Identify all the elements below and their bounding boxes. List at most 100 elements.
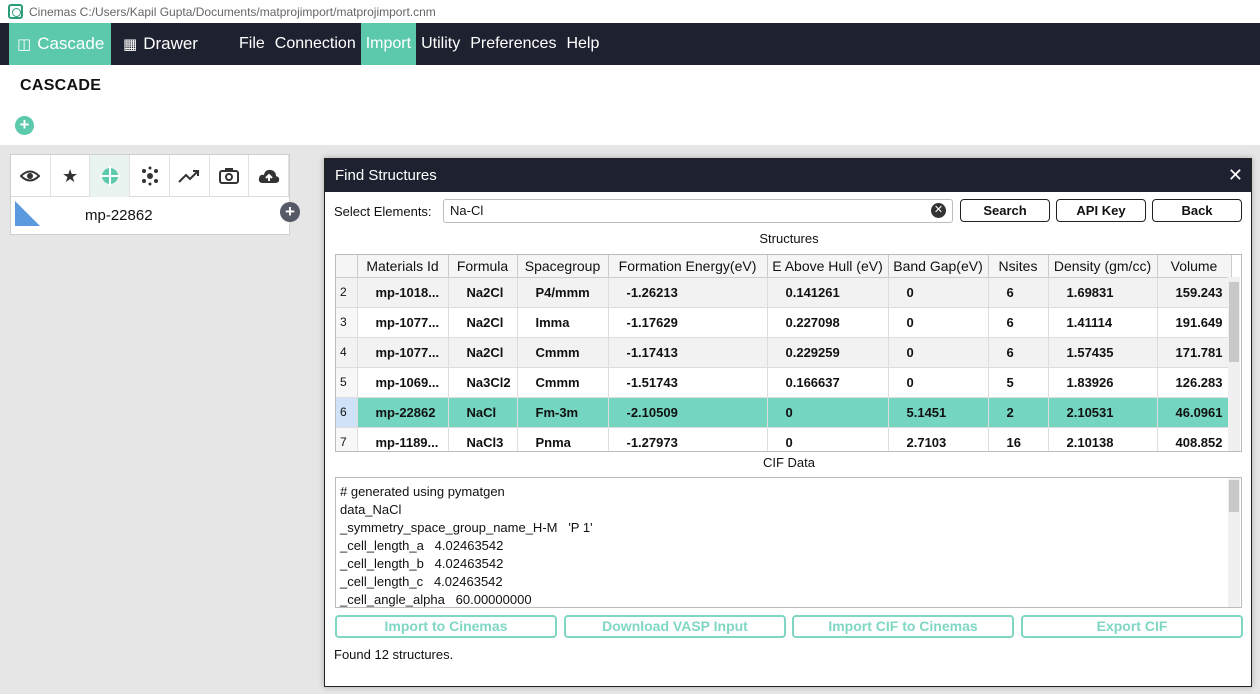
column-header[interactable]: Formation Energy(eV) bbox=[608, 255, 768, 278]
row-number[interactable]: 2 bbox=[336, 277, 358, 308]
column-header[interactable]: E Above Hull (eV) bbox=[767, 255, 889, 278]
star-icon[interactable]: ★ bbox=[51, 155, 91, 197]
table-cell[interactable]: -1.17413 bbox=[608, 337, 768, 368]
menu-file[interactable]: File bbox=[234, 23, 270, 65]
row-number[interactable]: 5 bbox=[336, 367, 358, 398]
table-cell[interactable]: mp-1077... bbox=[357, 337, 449, 368]
add-structure-icon[interactable]: + bbox=[280, 202, 300, 222]
row-number[interactable]: 7 bbox=[336, 427, 358, 451]
table-cell[interactable]: mp-22862 bbox=[357, 397, 449, 428]
table-cell[interactable]: -1.17629 bbox=[608, 307, 768, 338]
table-cell[interactable]: 0 bbox=[888, 337, 989, 368]
table-cell[interactable]: 16 bbox=[988, 427, 1049, 451]
table-cell[interactable]: 46.0961 bbox=[1157, 397, 1232, 428]
export-cif-button[interactable]: Export CIF bbox=[1021, 615, 1243, 638]
column-header[interactable]: Materials Id bbox=[357, 255, 449, 278]
table-cell[interactable]: NaCl3 bbox=[448, 427, 518, 451]
table-cell[interactable]: 2 bbox=[988, 397, 1049, 428]
table-cell[interactable]: 126.283 bbox=[1157, 367, 1232, 398]
eye-icon[interactable] bbox=[11, 155, 51, 197]
table-cell[interactable]: 1.83926 bbox=[1048, 367, 1158, 398]
table-cell[interactable]: 6 bbox=[988, 337, 1049, 368]
column-header[interactable]: Density (gm/cc) bbox=[1048, 255, 1158, 278]
row-number[interactable]: 4 bbox=[336, 337, 358, 368]
crosshair-icon[interactable] bbox=[90, 155, 131, 197]
table-row[interactable]: 4 mp-1077... Na2Cl Cmmm -1.17413 0.229259 0 6 1.… bbox=[336, 337, 1232, 368]
table-row[interactable]: 3 mp-1077... Na2Cl Imma -1.17629 0.227098 0 6 1.… bbox=[336, 307, 1232, 338]
table-cell[interactable]: 1.69831 bbox=[1048, 277, 1158, 308]
table-cell[interactable]: 0.166637 bbox=[767, 367, 889, 398]
search-button[interactable]: Search bbox=[960, 199, 1050, 222]
atoms-icon[interactable] bbox=[130, 155, 170, 197]
camera-icon[interactable] bbox=[210, 155, 250, 197]
table-cell[interactable]: 1.57435 bbox=[1048, 337, 1158, 368]
cif-scrollbar-thumb[interactable] bbox=[1229, 480, 1239, 512]
table-cell[interactable]: 171.781 bbox=[1157, 337, 1232, 368]
table-row[interactable]: 6 mp-22862 NaCl Fm-3m -2.10509 0 5.1451 2 2.1053… bbox=[336, 397, 1232, 428]
clear-input-icon[interactable]: ✕ bbox=[931, 203, 946, 218]
table-cell[interactable]: 159.243 bbox=[1157, 277, 1232, 308]
table-cell[interactable]: 0 bbox=[888, 307, 989, 338]
table-cell[interactable]: mp-1189... bbox=[357, 427, 449, 451]
table-cell[interactable]: -1.27973 bbox=[608, 427, 768, 451]
table-cell[interactable]: mp-1069... bbox=[357, 367, 449, 398]
row-number[interactable]: 6 bbox=[336, 397, 358, 428]
import-cif-button[interactable]: Import CIF to Cinemas bbox=[792, 615, 1014, 638]
close-icon[interactable]: ✕ bbox=[1228, 165, 1243, 186]
back-button[interactable]: Back bbox=[1152, 199, 1242, 222]
table-cell[interactable]: 0.227098 bbox=[767, 307, 889, 338]
column-header[interactable]: Formula bbox=[448, 255, 518, 278]
table-cell[interactable]: -1.26213 bbox=[608, 277, 768, 308]
api-key-button[interactable]: API Key bbox=[1056, 199, 1146, 222]
table-scrollbar-thumb[interactable] bbox=[1229, 282, 1239, 362]
table-cell[interactable]: Fm-3m bbox=[517, 397, 609, 428]
table-cell[interactable]: 408.852 bbox=[1157, 427, 1232, 451]
table-cell[interactable]: 5 bbox=[988, 367, 1049, 398]
cif-data-textarea[interactable]: # generated using pymatgen data_NaCl _symm… bbox=[335, 477, 1242, 608]
table-cell[interactable]: 0 bbox=[888, 277, 989, 308]
table-cell[interactable]: 0.229259 bbox=[767, 337, 889, 368]
row-number[interactable]: 3 bbox=[336, 307, 358, 338]
column-header[interactable]: Spacegroup bbox=[517, 255, 609, 278]
download-vasp-input-button[interactable]: Download VASP Input bbox=[564, 615, 786, 638]
select-elements-input[interactable]: Na-Cl ✕ bbox=[443, 199, 953, 223]
add-cascade-icon[interactable]: + bbox=[15, 116, 34, 135]
menu-preferences[interactable]: Preferences bbox=[465, 23, 561, 65]
table-cell[interactable]: 0 bbox=[767, 427, 889, 451]
menu-utility[interactable]: Utility bbox=[416, 23, 465, 65]
cif-scrollbar[interactable] bbox=[1228, 478, 1240, 607]
menu-connection[interactable]: Connection bbox=[270, 23, 361, 65]
table-cell[interactable]: mp-1077... bbox=[357, 307, 449, 338]
table-row[interactable]: 5 mp-1069... Na3Cl2 Cmmm -1.51743 0.166637 0 5 1… bbox=[336, 367, 1232, 398]
tab-drawer[interactable]: ▦ Drawer bbox=[113, 23, 218, 65]
table-cell[interactable]: 1.41114 bbox=[1048, 307, 1158, 338]
table-cell[interactable]: Cmmm bbox=[517, 337, 609, 368]
table-cell[interactable]: Na2Cl bbox=[448, 277, 518, 308]
table-cell[interactable]: 6 bbox=[988, 307, 1049, 338]
tab-cascade[interactable]: ◫ Cascade bbox=[9, 23, 111, 65]
table-cell[interactable]: Imma bbox=[517, 307, 609, 338]
table-cell[interactable]: 2.7103 bbox=[888, 427, 989, 451]
table-cell[interactable]: Pnma bbox=[517, 427, 609, 451]
table-cell[interactable]: 2.10138 bbox=[1048, 427, 1158, 451]
table-cell[interactable]: -2.10509 bbox=[608, 397, 768, 428]
column-header[interactable]: Nsites bbox=[988, 255, 1049, 278]
menu-import[interactable]: Import bbox=[360, 23, 417, 65]
table-cell[interactable]: 2.10531 bbox=[1048, 397, 1158, 428]
table-cell[interactable]: Na3Cl2 bbox=[448, 367, 518, 398]
table-scrollbar[interactable] bbox=[1228, 277, 1240, 451]
table-cell[interactable]: 0.141261 bbox=[767, 277, 889, 308]
cloud-upload-icon[interactable] bbox=[249, 155, 290, 197]
trend-icon[interactable] bbox=[170, 155, 210, 197]
table-row[interactable]: 2 mp-1018... Na2Cl P4/mmm -1.26213 0.141261 0 6… bbox=[336, 277, 1232, 308]
table-cell[interactable]: 5.1451 bbox=[888, 397, 989, 428]
table-row[interactable]: 7 mp-1189... NaCl3 Pnma -1.27973 0 2.7103 16 2.1… bbox=[336, 427, 1232, 451]
structure-item[interactable]: mp-22862 + bbox=[11, 197, 300, 235]
table-cell[interactable]: P4/mmm bbox=[517, 277, 609, 308]
table-cell[interactable]: -1.51743 bbox=[608, 367, 768, 398]
menu-help[interactable]: Help bbox=[561, 23, 604, 65]
column-header[interactable]: Volume bbox=[1157, 255, 1232, 278]
import-to-cinemas-button[interactable]: Import to Cinemas bbox=[335, 615, 557, 638]
table-cell[interactable]: Na2Cl bbox=[448, 337, 518, 368]
table-cell[interactable]: 191.649 bbox=[1157, 307, 1232, 338]
